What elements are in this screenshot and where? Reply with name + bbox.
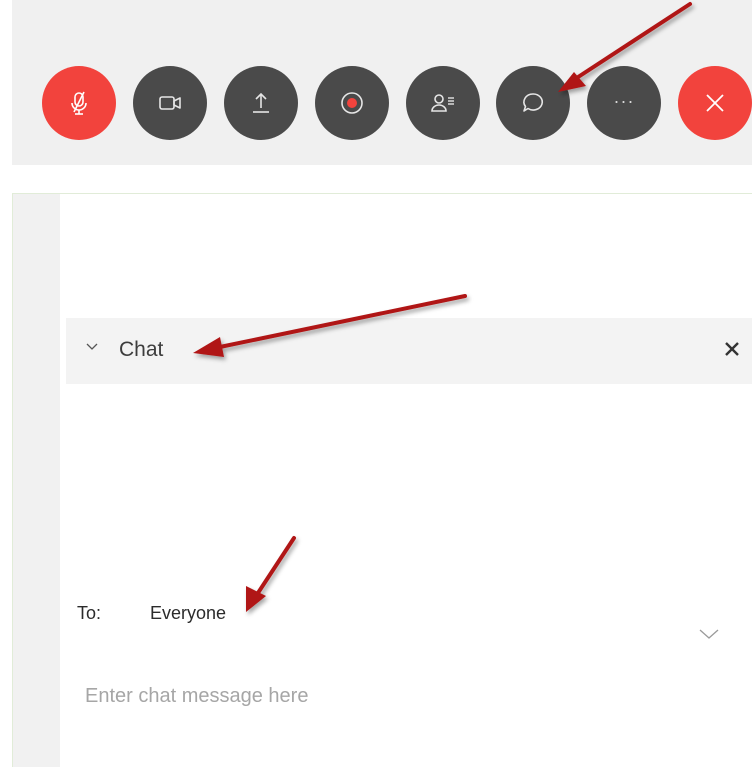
microphone-muted-icon xyxy=(71,91,87,115)
participants-list-icon xyxy=(431,94,454,112)
record-icon xyxy=(341,92,363,114)
chat-panel: Chat To: Everyone xyxy=(12,193,752,767)
chevron-down-icon[interactable] xyxy=(84,338,100,354)
recipient-select[interactable]: Everyone xyxy=(150,603,226,624)
video-camera-icon xyxy=(159,96,181,110)
video-button[interactable] xyxy=(133,66,207,140)
ellipsis-icon: ··· xyxy=(613,90,635,111)
to-label: To: xyxy=(77,603,102,623)
close-icon[interactable] xyxy=(723,340,741,358)
leave-meeting-button[interactable] xyxy=(678,66,752,140)
chat-button[interactable] xyxy=(496,66,570,140)
chat-message-input[interactable] xyxy=(85,676,705,716)
chevron-down-icon[interactable] xyxy=(698,627,720,641)
record-button[interactable] xyxy=(315,66,389,140)
chat-header[interactable]: Chat xyxy=(66,318,752,384)
upload-share-icon xyxy=(253,92,269,113)
panel-side-rail xyxy=(13,194,60,767)
meeting-toolbar: ··· xyxy=(12,0,752,165)
share-button[interactable] xyxy=(224,66,298,140)
close-x-icon xyxy=(706,94,724,112)
participants-button[interactable] xyxy=(406,66,480,140)
more-options-button[interactable]: ··· xyxy=(587,66,661,140)
chat-bubble-icon xyxy=(523,93,544,112)
chat-title: Chat xyxy=(119,338,164,361)
mute-button[interactable] xyxy=(42,66,116,140)
